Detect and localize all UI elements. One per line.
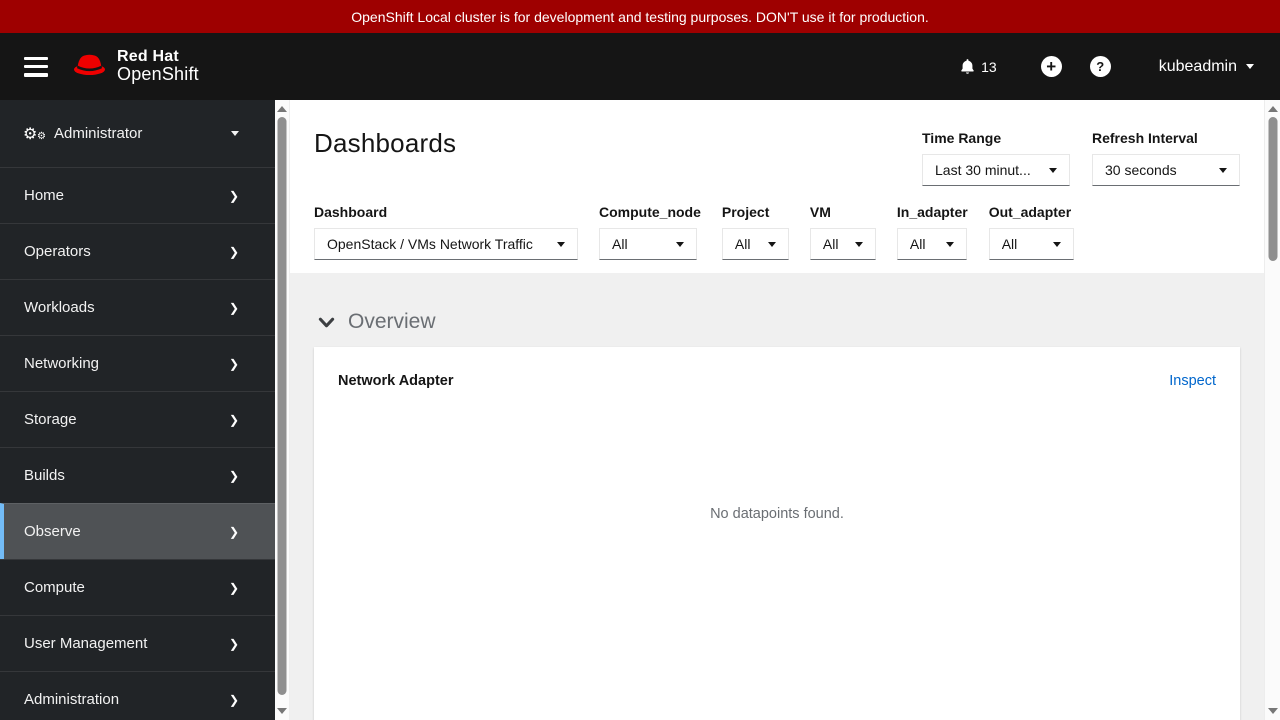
scroll-down-arrow-icon[interactable] — [277, 708, 287, 714]
refresh-interval-group: Refresh Interval 30 seconds — [1092, 130, 1240, 186]
sidebar-item-builds[interactable]: Builds ❯ — [0, 447, 275, 503]
sidebar-item-compute[interactable]: Compute ❯ — [0, 559, 275, 615]
filter-dashboard: Dashboard OpenStack / VMs Network Traffi… — [314, 204, 578, 260]
page-title: Dashboards — [314, 128, 457, 158]
scrollbar-thumb[interactable] — [277, 117, 287, 695]
dashboard-select[interactable]: OpenStack / VMs Network Traffic — [314, 228, 578, 260]
scroll-down-arrow-icon[interactable] — [1267, 708, 1278, 714]
vm-select[interactable]: All — [809, 228, 876, 260]
notifications-button[interactable]: 13 — [959, 58, 997, 75]
menu-toggle-icon[interactable] — [24, 56, 48, 77]
dashboards-header: Dashboards Time Range Last 30 minut... R… — [290, 100, 1264, 273]
redhat-fedora-icon — [72, 51, 108, 82]
out-adapter-select[interactable]: All — [988, 228, 1074, 260]
time-range-group: Time Range Last 30 minut... — [922, 130, 1070, 186]
overview-section-toggle[interactable]: Overview — [318, 310, 436, 334]
caret-down-icon — [845, 241, 863, 247]
caret-down-icon — [1043, 241, 1061, 247]
caret-down-icon — [1039, 167, 1057, 173]
angle-right-icon: ❯ — [228, 524, 239, 539]
perspective-label: Administrator — [54, 125, 143, 142]
inspect-link[interactable]: Inspect — [1169, 373, 1216, 389]
dashboard-filter-bar: Dashboard OpenStack / VMs Network Traffi… — [314, 204, 1095, 260]
time-range-label: Time Range — [922, 130, 1002, 146]
filter-out-adapter: Out_adapter All — [988, 204, 1074, 260]
bell-icon — [961, 59, 974, 74]
caret-down-icon — [666, 241, 684, 247]
username: kubeadmin — [1158, 57, 1237, 75]
sidebar-item-home[interactable]: Home ❯ — [0, 167, 275, 223]
empty-state-message: No datapoints found. — [710, 506, 844, 522]
network-adapter-card: Network Adapter Inspect No datapoints fo… — [314, 347, 1240, 720]
filter-compute-node: Compute_node All — [599, 204, 701, 260]
in-adapter-select[interactable]: All — [896, 228, 967, 260]
quick-create-button[interactable]: + — [1040, 56, 1062, 77]
project-select[interactable]: All — [721, 228, 789, 260]
sidebar-item-storage[interactable]: Storage ❯ — [0, 391, 275, 447]
angle-right-icon: ❯ — [228, 636, 239, 651]
openshift-console: OpenShift Local cluster is for developme… — [0, 0, 1280, 720]
sidebar-item-networking[interactable]: Networking ❯ — [0, 335, 275, 391]
masthead: Red Hat OpenShift 13 + ? kubeadmin — [0, 33, 1280, 100]
caret-down-icon — [1246, 64, 1254, 69]
refresh-interval-select[interactable]: 30 seconds — [1092, 154, 1240, 186]
logo-line2: OpenShift — [117, 64, 199, 85]
angle-right-icon: ❯ — [228, 692, 239, 707]
user-menu-dropdown[interactable]: kubeadmin — [1159, 58, 1254, 76]
perspective-switcher[interactable]: ⚙ ⚙ Administrator — [0, 100, 275, 167]
page-scrollbar[interactable] — [1264, 100, 1280, 720]
angle-right-icon: ❯ — [228, 244, 239, 259]
section-title: Overview — [348, 310, 436, 333]
sidebar-scrollbar[interactable] — [275, 100, 290, 720]
caret-down-icon — [758, 241, 776, 247]
caret-down-icon — [936, 241, 954, 247]
sidebar-item-workloads[interactable]: Workloads ❯ — [0, 279, 275, 335]
card-title: Network Adapter — [338, 373, 454, 389]
question-circle-icon: ? — [1096, 59, 1105, 74]
scroll-up-arrow-icon[interactable] — [277, 106, 287, 112]
sidebar-item-operators[interactable]: Operators ❯ — [0, 223, 275, 279]
scrollbar-thumb[interactable] — [1268, 117, 1277, 261]
sidebar-item-user-management[interactable]: User Management ❯ — [0, 615, 275, 671]
banner-text: OpenShift Local cluster is for developme… — [351, 8, 929, 25]
redhat-openshift-logo[interactable]: Red Hat OpenShift — [72, 48, 199, 85]
time-range-select[interactable]: Last 30 minut... — [922, 154, 1070, 186]
main-content: Dashboards Time Range Last 30 minut... R… — [290, 100, 1264, 720]
plus-circle-icon: + — [1046, 57, 1057, 76]
scroll-up-arrow-icon[interactable] — [1267, 106, 1278, 112]
help-button[interactable]: ? — [1089, 56, 1111, 77]
caret-down-icon — [1209, 167, 1227, 173]
notification-count-badge: 13 — [981, 58, 997, 75]
angle-right-icon: ❯ — [228, 300, 239, 315]
sidebar-item-administration[interactable]: Administration ❯ — [0, 671, 275, 720]
refresh-interval-label: Refresh Interval — [1092, 130, 1198, 146]
angle-right-icon: ❯ — [228, 356, 239, 371]
cogs-icon: ⚙ ⚙ — [23, 125, 46, 143]
logo-line1: Red Hat — [117, 48, 179, 66]
chevron-down-icon — [318, 317, 335, 327]
filter-vm: VM All — [809, 204, 876, 260]
sidebar-nav: ⚙ ⚙ Administrator Home ❯ Operators ❯ Wor… — [0, 100, 275, 720]
filter-in-adapter: In_adapter All — [896, 204, 968, 260]
filter-project: Project All — [721, 204, 789, 260]
angle-right-icon: ❯ — [228, 188, 239, 203]
caret-down-icon — [231, 131, 239, 136]
cluster-warning-banner: OpenShift Local cluster is for developme… — [0, 0, 1280, 33]
angle-right-icon: ❯ — [228, 580, 239, 595]
sidebar-item-observe[interactable]: Observe ❯ — [0, 503, 275, 559]
angle-right-icon: ❯ — [228, 468, 239, 483]
caret-down-icon — [547, 241, 565, 247]
angle-right-icon: ❯ — [228, 412, 239, 427]
compute-node-select[interactable]: All — [599, 228, 697, 260]
